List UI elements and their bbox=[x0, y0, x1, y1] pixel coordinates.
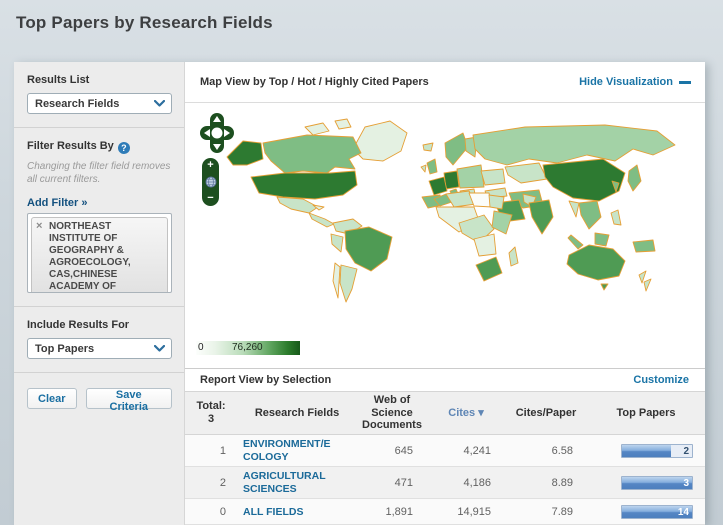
map-visualization: + − 0 76,260 bbox=[185, 103, 705, 368]
report-view-title: Report View by Selection bbox=[200, 374, 332, 386]
row-number: 0 bbox=[185, 498, 237, 525]
cites-value: 4,241 bbox=[427, 434, 505, 468]
research-field-link[interactable]: AGRICULTURAL SCIENCES bbox=[243, 470, 335, 495]
row-number: 1 bbox=[185, 434, 237, 468]
research-field-link[interactable]: ALL FIELDS bbox=[243, 506, 303, 519]
filter-chip[interactable]: × NORTHEAST INSTITUTE OF GEOGRAPHY & AGR… bbox=[31, 217, 168, 292]
table-row: 0 ALL FIELDS 1,891 14,915 7.89 14 bbox=[185, 498, 705, 525]
chevron-down-icon bbox=[154, 345, 165, 352]
research-field-link[interactable]: ENVIRONMENT/ECOLOGY bbox=[243, 438, 335, 463]
results-list-select[interactable]: Research Fields bbox=[27, 93, 172, 114]
filter-listbox[interactable]: × NORTHEAST INSTITUTE OF GEOGRAPHY & AGR… bbox=[27, 213, 172, 293]
include-results-select[interactable]: Top Papers bbox=[27, 338, 172, 359]
top-papers-value: 2 bbox=[683, 445, 689, 457]
include-results-section: Include Results For Top Papers bbox=[14, 306, 184, 372]
documents-value: 471 bbox=[357, 466, 427, 500]
page-title: Top Papers by Research Fields bbox=[16, 13, 273, 32]
top-papers-value: 14 bbox=[677, 506, 689, 518]
results-list-value: Research Fields bbox=[35, 97, 120, 110]
documents-value: 1,891 bbox=[357, 498, 427, 525]
world-map[interactable] bbox=[185, 103, 705, 368]
cites-value: 4,186 bbox=[427, 466, 505, 500]
add-filter-link[interactable]: Add Filter » bbox=[27, 197, 88, 209]
help-icon[interactable]: ? bbox=[117, 142, 130, 154]
column-header-cites-per-paper: Cites/Paper bbox=[505, 391, 587, 435]
total-label: Total: bbox=[196, 400, 226, 413]
top-papers-bar-fill bbox=[622, 444, 671, 457]
cites-value: 14,915 bbox=[427, 498, 505, 525]
main-content: Map View by Top / Hot / Highly Cited Pap… bbox=[185, 62, 705, 525]
documents-value: 645 bbox=[357, 434, 427, 468]
top-papers-value: 3 bbox=[683, 477, 689, 489]
zoom-in-icon[interactable]: + bbox=[207, 160, 213, 171]
sort-desc-icon: ▾ bbox=[478, 406, 484, 419]
content-panel: Results List Research Fields Filter Resu… bbox=[14, 62, 705, 525]
top-papers-bar-fill bbox=[622, 476, 692, 489]
chevron-down-icon bbox=[154, 100, 165, 107]
filter-results-label: Filter Results By? bbox=[27, 140, 172, 154]
row-number: 2 bbox=[185, 466, 237, 500]
column-header-cites[interactable]: Cites ▾ bbox=[427, 391, 505, 435]
filter-note: Changing the filter field removes all cu… bbox=[27, 161, 171, 185]
map-pan-control[interactable] bbox=[199, 112, 235, 154]
top-papers-bar: 3 bbox=[621, 475, 693, 490]
filter-results-label-text: Filter Results By bbox=[27, 140, 114, 152]
column-header-top-papers: Top Papers bbox=[587, 391, 705, 435]
column-header-total: Total: 3 bbox=[185, 391, 237, 435]
include-results-value: Top Papers bbox=[35, 342, 95, 355]
legend-min: 0 bbox=[198, 342, 204, 353]
table-row: 2 AGRICULTURAL SCIENCES 471 4,186 8.89 3 bbox=[185, 466, 705, 500]
map-header: Map View by Top / Hot / Highly Cited Pap… bbox=[185, 62, 705, 103]
sidebar: Results List Research Fields Filter Resu… bbox=[14, 62, 185, 525]
actions-section: Clear Save Criteria bbox=[14, 372, 184, 422]
table-header-row: Total: 3 Research Fields Web of Science … bbox=[185, 391, 705, 435]
column-header-documents: Web of Science Documents bbox=[357, 391, 427, 435]
map-zoom-control[interactable]: + − bbox=[202, 158, 219, 206]
remove-filter-icon[interactable]: × bbox=[36, 220, 42, 232]
collapse-icon bbox=[679, 80, 691, 84]
column-header-research-fields: Research Fields bbox=[237, 391, 357, 435]
results-table: Total: 3 Research Fields Web of Science … bbox=[185, 391, 705, 525]
results-list-label: Results List bbox=[27, 74, 90, 86]
legend-max: 76,260 bbox=[232, 342, 263, 353]
map-view-title: Map View by Top / Hot / Highly Cited Pap… bbox=[200, 76, 429, 88]
results-list-section: Results List Research Fields bbox=[14, 62, 184, 127]
save-criteria-button[interactable]: Save Criteria bbox=[85, 388, 172, 413]
map-legend: 0 76,260 bbox=[196, 341, 300, 355]
top-papers-bar: 14 bbox=[621, 504, 693, 519]
include-results-label: Include Results For bbox=[27, 319, 130, 331]
clear-button[interactable]: Clear bbox=[27, 388, 77, 409]
cites-per-paper-value: 8.89 bbox=[505, 466, 587, 500]
hide-visualization-link[interactable]: Hide Visualization bbox=[579, 76, 691, 88]
zoom-out-icon[interactable]: − bbox=[207, 193, 213, 204]
cites-label: Cites bbox=[448, 406, 476, 419]
hide-visualization-label: Hide Visualization bbox=[579, 76, 673, 88]
globe-icon[interactable] bbox=[205, 176, 217, 188]
total-value: 3 bbox=[207, 412, 215, 425]
cites-per-paper-value: 7.89 bbox=[505, 498, 587, 525]
cites-per-paper-value: 6.58 bbox=[505, 434, 587, 468]
top-papers-bar: 2 bbox=[621, 443, 693, 458]
table-row: 1 ENVIRONMENT/ECOLOGY 645 4,241 6.58 2 bbox=[185, 434, 705, 468]
filter-chip-label: NORTHEAST INSTITUTE OF GEOGRAPHY & AGROE… bbox=[49, 221, 131, 292]
report-header: Report View by Selection Customize bbox=[185, 368, 705, 391]
filter-section: Filter Results By? Changing the filter f… bbox=[14, 127, 184, 306]
customize-link[interactable]: Customize bbox=[633, 374, 689, 386]
